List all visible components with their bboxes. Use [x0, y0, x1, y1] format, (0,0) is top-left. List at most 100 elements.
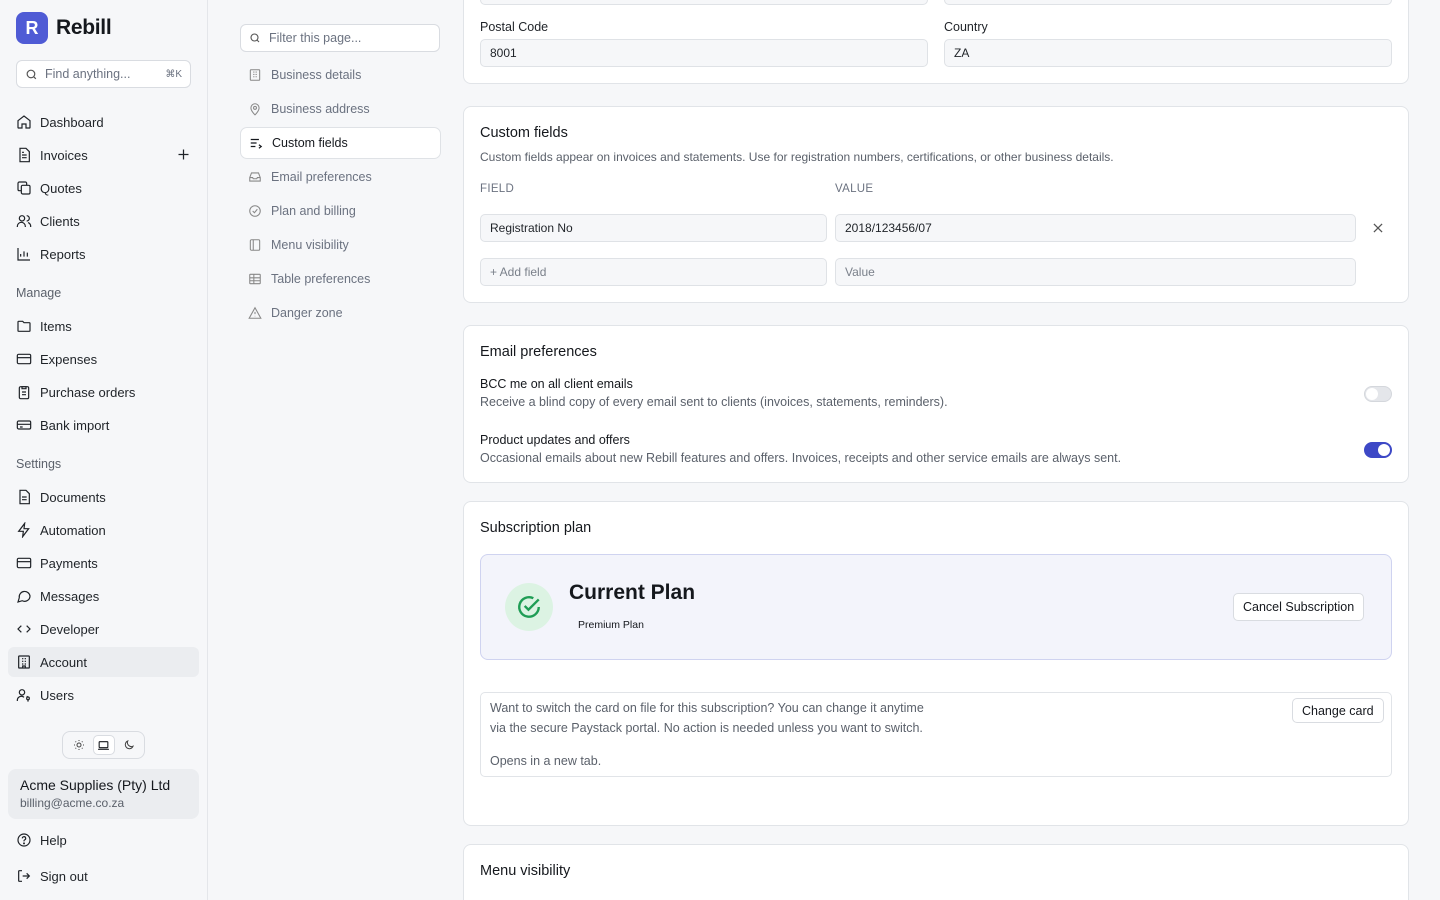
- help-link[interactable]: Help: [8, 825, 199, 855]
- subnav-item-custom-fields[interactable]: Custom fields: [240, 127, 441, 159]
- bcc-option-description: Receive a blind copy of every email sent…: [480, 395, 948, 409]
- sidebar-item-messages[interactable]: Messages: [8, 581, 199, 611]
- custom-field-value-input[interactable]: 2018/123456/07: [835, 214, 1356, 242]
- folder-icon: [17, 320, 31, 332]
- users-icon: [16, 215, 32, 227]
- warning-icon: [248, 306, 262, 319]
- sidebar-item-label: Documents: [40, 489, 106, 505]
- sidebar-item-quotes[interactable]: Quotes: [8, 173, 199, 203]
- sidebar-item-documents[interactable]: Documents: [8, 482, 199, 512]
- sign-out-label: Sign out: [40, 868, 88, 884]
- inbox-icon: [249, 172, 261, 182]
- current-plan-heading: Current Plan: [569, 581, 696, 604]
- sidebar-item-payments[interactable]: Payments: [8, 548, 199, 578]
- sidebar-item-users[interactable]: Users: [8, 680, 199, 710]
- sidebar-item-label: Users: [40, 687, 74, 703]
- brand-name: Rebill: [56, 16, 112, 39]
- theme-dark-button[interactable]: [118, 735, 140, 755]
- sidebar: R Rebill Find anything... ⌘K Dashboard I…: [0, 0, 208, 900]
- product-updates-toggle[interactable]: [1364, 442, 1392, 458]
- close-icon[interactable]: [1371, 221, 1385, 235]
- country-input[interactable]: ZA: [944, 39, 1392, 67]
- change-card-note: Opens in a new tab.: [490, 754, 602, 768]
- lightning-icon: [17, 522, 30, 538]
- sidebar-item-label: Developer: [40, 621, 100, 637]
- change-card-button[interactable]: Change card: [1292, 698, 1384, 723]
- subnav-item-label: Business address: [271, 102, 370, 116]
- brand[interactable]: R Rebill: [16, 12, 112, 44]
- sidebar-item-reports[interactable]: Reports: [8, 239, 199, 269]
- value-column-header: VALUE: [835, 183, 874, 195]
- credit-card-icon: [16, 353, 32, 365]
- sidebar-item-items[interactable]: Items: [8, 311, 199, 341]
- page-filter-input[interactable]: [269, 31, 429, 45]
- subnav-item-plan-and-billing[interactable]: Plan and billing: [240, 195, 441, 227]
- sidebar-item-automation[interactable]: Automation: [8, 515, 199, 545]
- moon-icon: [124, 740, 134, 750]
- plus-icon[interactable]: [176, 147, 191, 162]
- organization-card[interactable]: Acme Supplies (Pty) Ltd billing@acme.co.…: [8, 769, 199, 819]
- log-out-icon: [18, 870, 31, 882]
- address-field-partial[interactable]: [480, 0, 928, 5]
- subnav-item-danger-zone[interactable]: Danger zone: [240, 297, 441, 329]
- subnav-item-business-details[interactable]: Business details: [240, 59, 441, 91]
- search-icon: [250, 33, 260, 43]
- brand-logo: R: [16, 12, 48, 44]
- custom-fields-description: Custom fields appear on invoices and sta…: [480, 150, 1114, 164]
- toggle-knob: [1366, 388, 1378, 400]
- theme-light-button[interactable]: [68, 735, 90, 755]
- search-icon: [26, 69, 37, 79]
- organization-name: Acme Supplies (Pty) Ltd: [20, 777, 171, 793]
- postal-code-input[interactable]: 8001: [480, 39, 928, 67]
- sidebar-item-clients[interactable]: Clients: [8, 206, 199, 236]
- sidebar-item-developer[interactable]: Developer: [8, 614, 199, 644]
- document-icon: [19, 489, 30, 505]
- sun-icon: [73, 740, 84, 750]
- sidebar-item-dashboard[interactable]: Dashboard: [8, 107, 199, 137]
- sidebar-item-label: Account: [40, 654, 87, 670]
- menu-visibility-title: Menu visibility: [480, 863, 571, 879]
- building-icon: [18, 655, 30, 669]
- address-field-partial[interactable]: [944, 0, 1392, 5]
- copy-icon: [17, 181, 31, 195]
- new-value-input[interactable]: Value: [835, 258, 1356, 286]
- search-shortcut: ⌘K: [165, 68, 182, 80]
- subscription-plan-title: Subscription plan: [480, 520, 592, 536]
- sidebar-item-label: Messages: [40, 588, 100, 604]
- organization-email: billing@acme.co.za: [20, 796, 125, 810]
- subnav-item-label: Table preferences: [271, 272, 371, 286]
- subscription-plan-card: Subscription plan Current Plan Premium P…: [463, 501, 1409, 826]
- product-updates-option-description: Occasional emails about new Rebill featu…: [480, 451, 1122, 465]
- sidebar-item-label: Quotes: [40, 180, 82, 196]
- sidebar-item-bank-import[interactable]: Bank import: [8, 410, 199, 440]
- toggle-knob: [1378, 444, 1390, 456]
- sidebar-item-account[interactable]: Account: [8, 647, 199, 677]
- custom-field-name-input[interactable]: Registration No: [480, 214, 827, 242]
- cancel-subscription-button[interactable]: Cancel Subscription: [1233, 593, 1365, 621]
- theme-system-button[interactable]: [92, 735, 115, 755]
- subnav-item-business-address[interactable]: Business address: [240, 93, 441, 125]
- sign-out-button[interactable]: Sign out: [8, 861, 199, 891]
- subnav-item-table-preferences[interactable]: Table preferences: [240, 263, 441, 295]
- subnav-item-menu-visibility[interactable]: Menu visibility: [240, 229, 441, 261]
- sidebar-item-expenses[interactable]: Expenses: [8, 344, 199, 374]
- sidebar-item-invoices[interactable]: Invoices: [8, 140, 199, 170]
- add-field-input[interactable]: + Add field: [480, 258, 827, 286]
- bcc-toggle[interactable]: [1364, 386, 1392, 402]
- subnav-item-email-preferences[interactable]: Email preferences: [240, 161, 441, 193]
- message-icon: [17, 590, 31, 603]
- change-card-text-line2: via the secure Paystack portal. No actio…: [490, 721, 923, 735]
- subnav-item-label: Email preferences: [271, 170, 372, 184]
- custom-fields-title: Custom fields: [480, 125, 568, 141]
- manage-heading: Manage: [16, 286, 62, 300]
- global-search-placeholder: Find anything...: [45, 67, 131, 81]
- sidebar-icon: [249, 239, 261, 251]
- clipboard-icon: [18, 386, 30, 400]
- sidebar-item-purchase-orders[interactable]: Purchase orders: [8, 377, 199, 407]
- global-search[interactable]: Find anything... ⌘K: [16, 60, 191, 88]
- home-icon: [17, 115, 31, 129]
- page-filter[interactable]: [240, 24, 440, 52]
- sidebar-item-label: Purchase orders: [40, 384, 136, 400]
- plan-status-icon-wrap: [505, 583, 553, 631]
- subnav-item-label: Menu visibility: [271, 238, 349, 252]
